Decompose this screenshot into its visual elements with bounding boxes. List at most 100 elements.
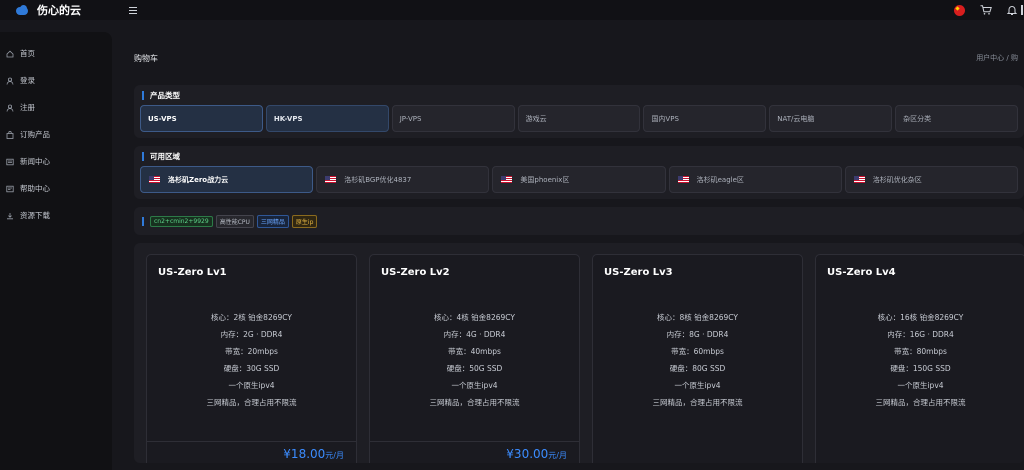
product-type-hk-vps[interactable]: HK-VPS xyxy=(265,105,389,132)
section-title: 可用区域 xyxy=(150,151,180,161)
user-icon xyxy=(6,77,14,85)
sidebar-item-order-products[interactable]: 订购产品 xyxy=(0,121,112,148)
logo-text: 伤心的云 xyxy=(37,4,81,17)
spec-disk: 硬盘：50G SSD xyxy=(446,364,503,373)
product-type-section: 产品类型 US-VPS HK-VPS JP-VPS 游戏云 国内VPS NAT/… xyxy=(134,85,1024,138)
sidebar-item-register[interactable]: 注册 xyxy=(0,94,112,121)
sidebar-item-news[interactable]: 新闻中心 xyxy=(0,148,112,175)
product-card[interactable]: US-Zero Lv1 核心：2核 铂金8269CY 内存：2G · DDR4 … xyxy=(146,254,357,463)
sidebar-item-label: 登录 xyxy=(20,76,35,85)
home-icon xyxy=(6,50,14,57)
bell-icon[interactable] xyxy=(1006,4,1018,16)
spec-cpu: 核心：4核 铂金8269CY xyxy=(434,313,515,322)
main-content: 购物车 用户中心 / 购 产品类型 US-VPS HK-VPS JP-VPS 游… xyxy=(134,32,1024,470)
sidebar: 首页 登录 注册 订购产品 新闻中心 帮助中心 资源下载 xyxy=(0,32,112,470)
spec-bandwidth: 带宽：80mbps xyxy=(894,347,947,356)
card-footer: ¥30.00元/月 xyxy=(370,441,579,463)
us-flag-icon xyxy=(149,176,160,183)
spec-network: 三网精品，合理占用不限流 xyxy=(652,398,743,407)
spec-bandwidth: 带宽：20mbps xyxy=(225,347,278,356)
feature-tag: 原生ip xyxy=(291,214,318,228)
news-icon xyxy=(6,158,14,165)
sidebar-item-label: 注册 xyxy=(20,103,35,112)
language-flag-icon[interactable] xyxy=(954,4,965,16)
spec-network: 三网精品，合理占用不限流 xyxy=(206,398,297,407)
page-title: 购物车 xyxy=(134,53,158,63)
sidebar-item-label: 首页 xyxy=(20,49,35,58)
spec-ip: 一个原生ipv4 xyxy=(228,381,275,390)
section-title: 产品类型 xyxy=(150,90,180,100)
product-card[interactable]: US-Zero Lv2 核心：4核 铂金8269CY 内存：4G · DDR4 … xyxy=(369,254,580,463)
region-label: 美国phoenix区 xyxy=(520,175,570,184)
logo[interactable]: 伤心的云 xyxy=(0,2,112,18)
product-name: US-Zero Lv4 xyxy=(827,267,896,278)
section-marker xyxy=(142,216,144,226)
spec-cpu: 核心：2核 铂金8269CY xyxy=(211,313,292,322)
us-flag-icon xyxy=(325,176,337,183)
sidebar-item-home[interactable]: 首页 xyxy=(0,40,112,67)
spec-memory: 内存：8G · DDR4 xyxy=(666,330,729,339)
sidebar-item-label: 帮助中心 xyxy=(20,184,50,193)
product-type-domestic-vps[interactable]: 国内VPS xyxy=(643,105,767,132)
help-icon xyxy=(6,185,14,192)
spec-disk: 硬盘：80G SSD xyxy=(669,364,726,373)
product-list: US-Zero Lv1 核心：2核 铂金8269CY 内存：2G · DDR4 … xyxy=(134,243,1024,463)
section-marker xyxy=(142,151,144,161)
spec-memory: 内存：16G · DDR4 xyxy=(887,330,954,339)
us-flag-icon xyxy=(853,176,865,183)
region-option[interactable]: 美国phoenix区 xyxy=(492,166,666,193)
spec-ip: 一个原生ipv4 xyxy=(451,381,498,390)
sidebar-item-label: 资源下载 xyxy=(20,211,50,220)
price-value: ¥30.00 xyxy=(506,447,549,461)
region-option[interactable]: 洛杉矶Zero战力云 xyxy=(140,166,314,193)
region-label: 洛杉矶BGP优化4837 xyxy=(344,175,412,184)
sidebar-item-login[interactable]: 登录 xyxy=(0,67,112,94)
top-bar: 伤心的云 xyxy=(0,0,1024,20)
region-option[interactable]: 洛杉矶优化杂区 xyxy=(844,166,1019,193)
spec-disk: 硬盘：30G SSD xyxy=(223,364,280,373)
product-type-us-vps[interactable]: US-VPS xyxy=(140,105,263,132)
feature-tag: cn2+cmin2+9929 xyxy=(150,215,213,227)
spec-bandwidth: 带宽：40mbps xyxy=(448,347,501,356)
product-name: US-Zero Lv2 xyxy=(381,267,450,278)
product-card[interactable]: US-Zero Lv3 核心：8核 铂金8269CY 内存：8G · DDR4 … xyxy=(592,254,803,463)
product-price: ¥30.00元/月 xyxy=(506,447,567,461)
sidebar-item-help[interactable]: 帮助中心 xyxy=(0,175,112,202)
feature-tag: 三网精品 xyxy=(256,214,289,228)
cart-icon[interactable] xyxy=(980,5,992,15)
shopping-bag-icon xyxy=(6,130,14,139)
menu-toggle-icon[interactable] xyxy=(129,6,139,14)
spec-memory: 内存：2G · DDR4 xyxy=(220,330,283,339)
product-price: ¥18.00元/月 xyxy=(283,447,344,461)
region-option[interactable]: 洛杉矶eagle区 xyxy=(668,166,842,193)
product-name: US-Zero Lv1 xyxy=(158,267,227,278)
card-footer: ¥18.00元/月 xyxy=(147,441,356,463)
product-type-game-cloud[interactable]: 游戏云 xyxy=(517,105,641,132)
sidebar-item-downloads[interactable]: 资源下载 xyxy=(0,202,112,229)
spec-network: 三网精品，合理占用不限流 xyxy=(875,398,966,407)
us-flag-icon xyxy=(501,176,513,183)
sidebar-item-label: 订购产品 xyxy=(20,130,50,139)
price-unit: 元/月 xyxy=(548,451,567,460)
spec-cpu: 核心：16核 铂金8269CY xyxy=(877,313,964,322)
price-unit: 元/月 xyxy=(325,451,344,460)
product-card[interactable]: US-Zero Lv4 核心：16核 铂金8269CY 内存：16G · DDR… xyxy=(815,254,1024,463)
product-name: US-Zero Lv3 xyxy=(604,267,673,278)
spec-network: 三网精品，合理占用不限流 xyxy=(429,398,520,407)
section-marker xyxy=(142,90,144,100)
breadcrumb[interactable]: 用户中心 / 购 xyxy=(976,53,1024,63)
user-icon xyxy=(6,104,14,112)
region-section: 可用区域 洛杉矶Zero战力云 洛杉矶BGP优化4837 美国phoenix区 … xyxy=(134,146,1024,199)
tags-section: cn2+cmin2+9929 高性能CPU 三网精品 原生ip xyxy=(134,207,1024,235)
product-type-misc[interactable]: 杂区分类 xyxy=(895,105,1019,132)
spec-ip: 一个原生ipv4 xyxy=(897,381,944,390)
spec-disk: 硬盘：150G SSD xyxy=(890,364,951,373)
spec-cpu: 核心：8核 铂金8269CY xyxy=(657,313,738,322)
download-icon xyxy=(7,212,13,219)
region-option[interactable]: 洛杉矶BGP优化4837 xyxy=(316,166,490,193)
product-type-nat-cloud-pc[interactable]: NAT/云电脑 xyxy=(769,105,893,132)
sidebar-item-label: 新闻中心 xyxy=(20,157,50,166)
product-type-jp-vps[interactable]: JP-VPS xyxy=(391,105,515,132)
region-label: 洛杉矶eagle区 xyxy=(696,175,744,184)
region-label: 洛杉矶Zero战力云 xyxy=(168,175,229,184)
